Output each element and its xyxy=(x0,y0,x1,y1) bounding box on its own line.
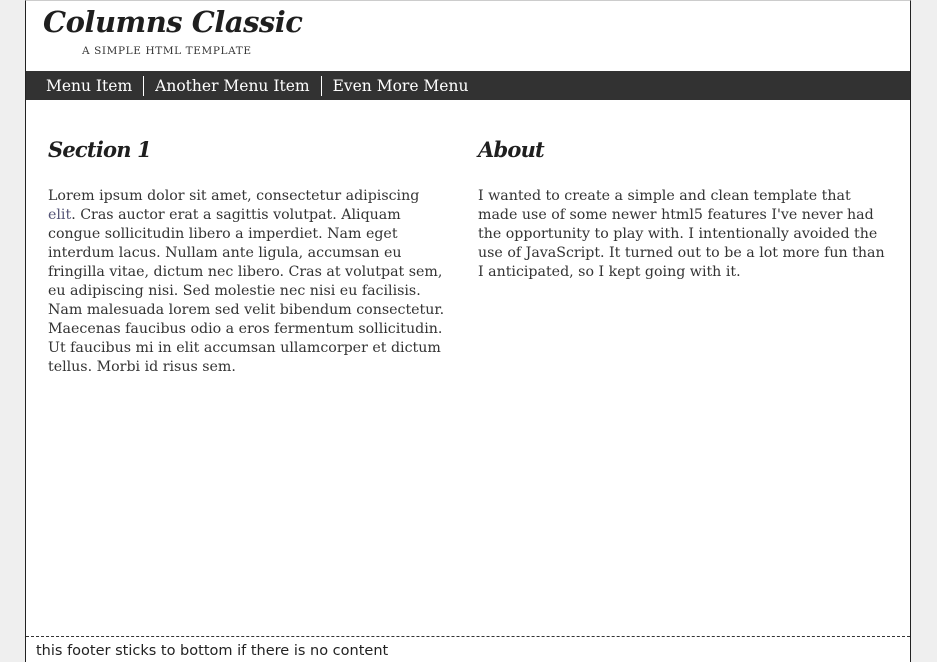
about-text: I wanted to create a simple and clean te… xyxy=(478,188,885,280)
nav-item-menu-item[interactable]: Menu Item xyxy=(34,75,145,96)
about-heading: About xyxy=(478,137,545,162)
nav-item-another-menu-item[interactable]: Another Menu Item xyxy=(144,75,322,96)
nav-item-even-more-menu[interactable]: Even More Menu xyxy=(322,76,480,96)
section-1-link[interactable]: elit xyxy=(48,207,71,223)
section-1-text: Lorem ipsum dolor sit amet, consectetur … xyxy=(48,187,448,377)
main-nav: Menu Item Another Menu Item Even More Me… xyxy=(26,71,910,100)
about-column: About I wanted to create a simple and cl… xyxy=(478,137,888,282)
site-title: Columns Classic xyxy=(43,5,303,39)
sticky-footer: this footer sticks to bottom if there is… xyxy=(26,636,910,662)
site-tagline: A SIMPLE HTML TEMPLATE xyxy=(82,45,252,57)
section-1-text-end: . Cras auctor erat a sagittis volutpat. … xyxy=(48,207,445,375)
page-container: Columns Classic A SIMPLE HTML TEMPLATE M… xyxy=(25,0,911,662)
section-1-column: Section 1 Lorem ipsum dolor sit amet, co… xyxy=(48,137,448,377)
section-1-heading: Section 1 xyxy=(48,137,152,162)
section-1-text-start: Lorem ipsum dolor sit amet, consectetur … xyxy=(48,188,420,204)
site-header: Columns Classic A SIMPLE HTML TEMPLATE xyxy=(26,1,910,71)
footer-text: this footer sticks to bottom if there is… xyxy=(36,643,389,659)
